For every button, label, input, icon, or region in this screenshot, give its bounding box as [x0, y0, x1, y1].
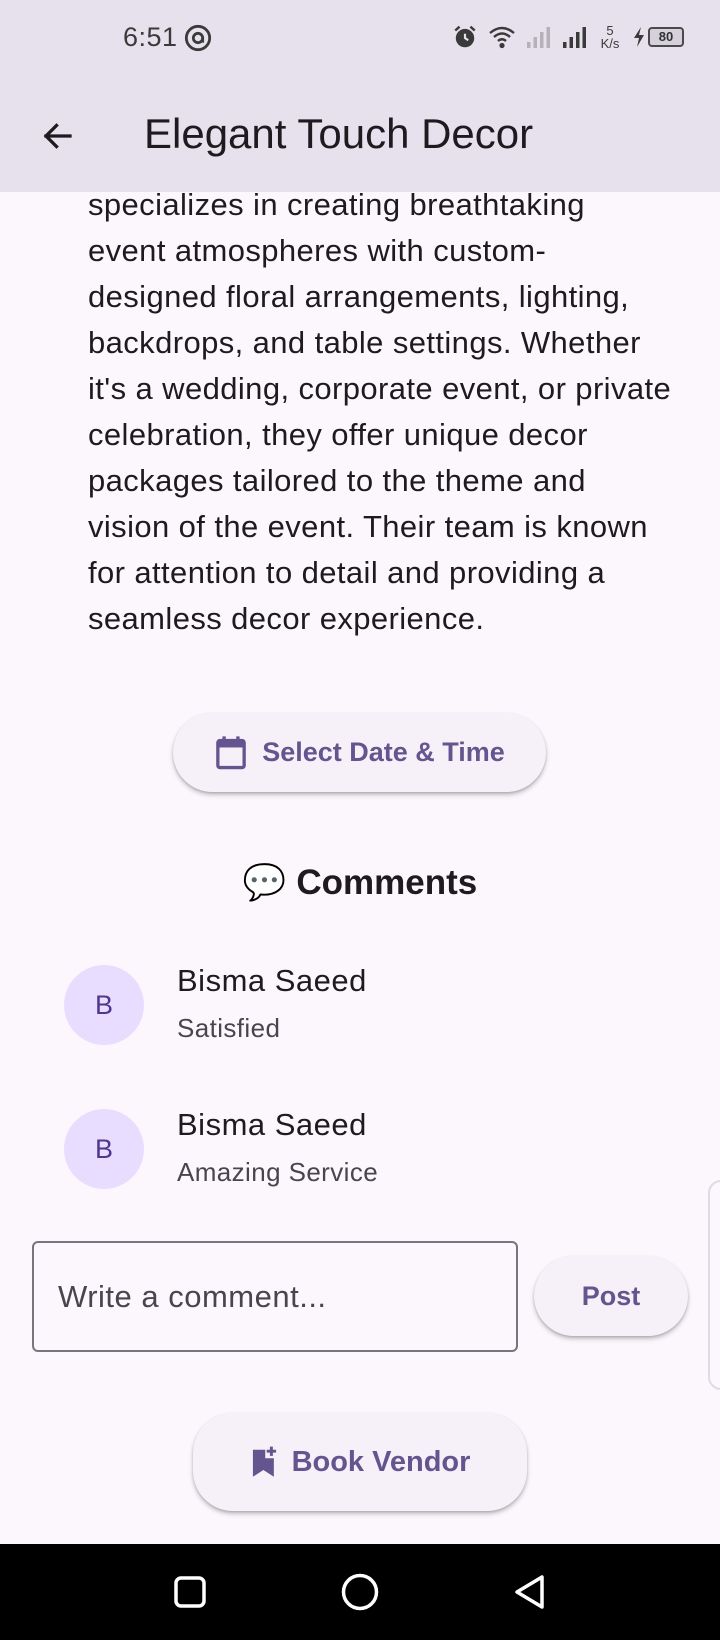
select-date-time-label: Select Date & Time — [262, 737, 505, 767]
book-vendor-label: Book Vendor — [291, 1445, 471, 1478]
net-speed-unit: K/s — [600, 36, 620, 51]
vendor-description: specializes in creating breathtaking eve… — [88, 182, 698, 642]
avatar: B — [64, 1109, 144, 1189]
comment-text: Amazing Service — [177, 1157, 379, 1187]
back-nav-button[interactable] — [510, 1572, 550, 1612]
charging-bolt-icon — [634, 27, 644, 47]
comments-title: Comments — [296, 862, 478, 902]
net-speed: 5 K/s — [598, 24, 622, 50]
description-line: event atmospheres with custom- — [88, 233, 547, 268]
status-icons: 5 K/s 80 — [452, 24, 684, 50]
signal-strong-icon — [563, 27, 586, 48]
description-line: packages tailored to the theme and — [88, 463, 586, 498]
description-line: for attention to detail and providing a — [88, 555, 606, 590]
post-label: Post — [581, 1280, 641, 1311]
square-icon — [174, 1576, 206, 1608]
comment-input[interactable] — [32, 1241, 518, 1352]
triangle-back-icon — [515, 1575, 544, 1609]
recents-button[interactable] — [170, 1572, 210, 1612]
book-vendor-button[interactable]: Book Vendor — [193, 1413, 527, 1511]
select-date-time-button[interactable]: Select Date & Time — [173, 713, 546, 792]
side-handle[interactable] — [708, 1180, 720, 1390]
calendar-icon — [216, 735, 247, 769]
battery-level: 80 — [648, 27, 684, 47]
at-sign-icon — [184, 24, 211, 51]
system-nav-bar — [0, 1544, 720, 1640]
battery: 80 — [632, 26, 684, 48]
description-line: backdrops, and table settings. Whether — [88, 325, 641, 360]
clock-text: 6:51 — [123, 22, 178, 52]
list-item: B Bisma Saeed Satisfied — [64, 963, 664, 1045]
page-title: Elegant Touch Decor — [144, 110, 534, 157]
speech-bubble-icon: 💬 — [242, 863, 287, 902]
comment-text: Satisfied — [177, 1013, 281, 1043]
avatar: B — [64, 965, 144, 1045]
alarm-icon — [454, 25, 476, 48]
description-line: designed floral arrangements, lighting, — [88, 279, 630, 314]
list-item: B Bisma Saeed Amazing Service — [64, 1107, 664, 1189]
comments-heading: 💬 Comments — [0, 862, 720, 903]
circle-icon — [341, 1573, 379, 1611]
back-button[interactable] — [30, 108, 86, 164]
wifi-icon — [489, 26, 515, 49]
status-time: 6:51 — [123, 22, 212, 53]
post-button[interactable]: Post — [534, 1256, 688, 1336]
bookmark-add-icon — [252, 1446, 276, 1477]
description-line: seamless decor experience. — [88, 601, 485, 636]
description-line: specializes in creating breathtaking — [88, 187, 585, 222]
status-bar: 6:51 5 K/s 80 — [0, 0, 720, 80]
home-button[interactable] — [340, 1572, 380, 1612]
description-line: celebration, they offer unique decor — [88, 417, 588, 452]
app-bar: Elegant Touch Decor — [0, 80, 720, 192]
description-line: it's a wedding, corporate event, or priv… — [88, 371, 672, 406]
description-line: vision of the event. Their team is known — [88, 509, 648, 544]
comment-author: Bisma Saeed — [177, 963, 367, 998]
comment-author: Bisma Saeed — [177, 1107, 367, 1142]
signal-weak-icon — [527, 27, 550, 48]
arrow-back-icon — [43, 123, 72, 149]
